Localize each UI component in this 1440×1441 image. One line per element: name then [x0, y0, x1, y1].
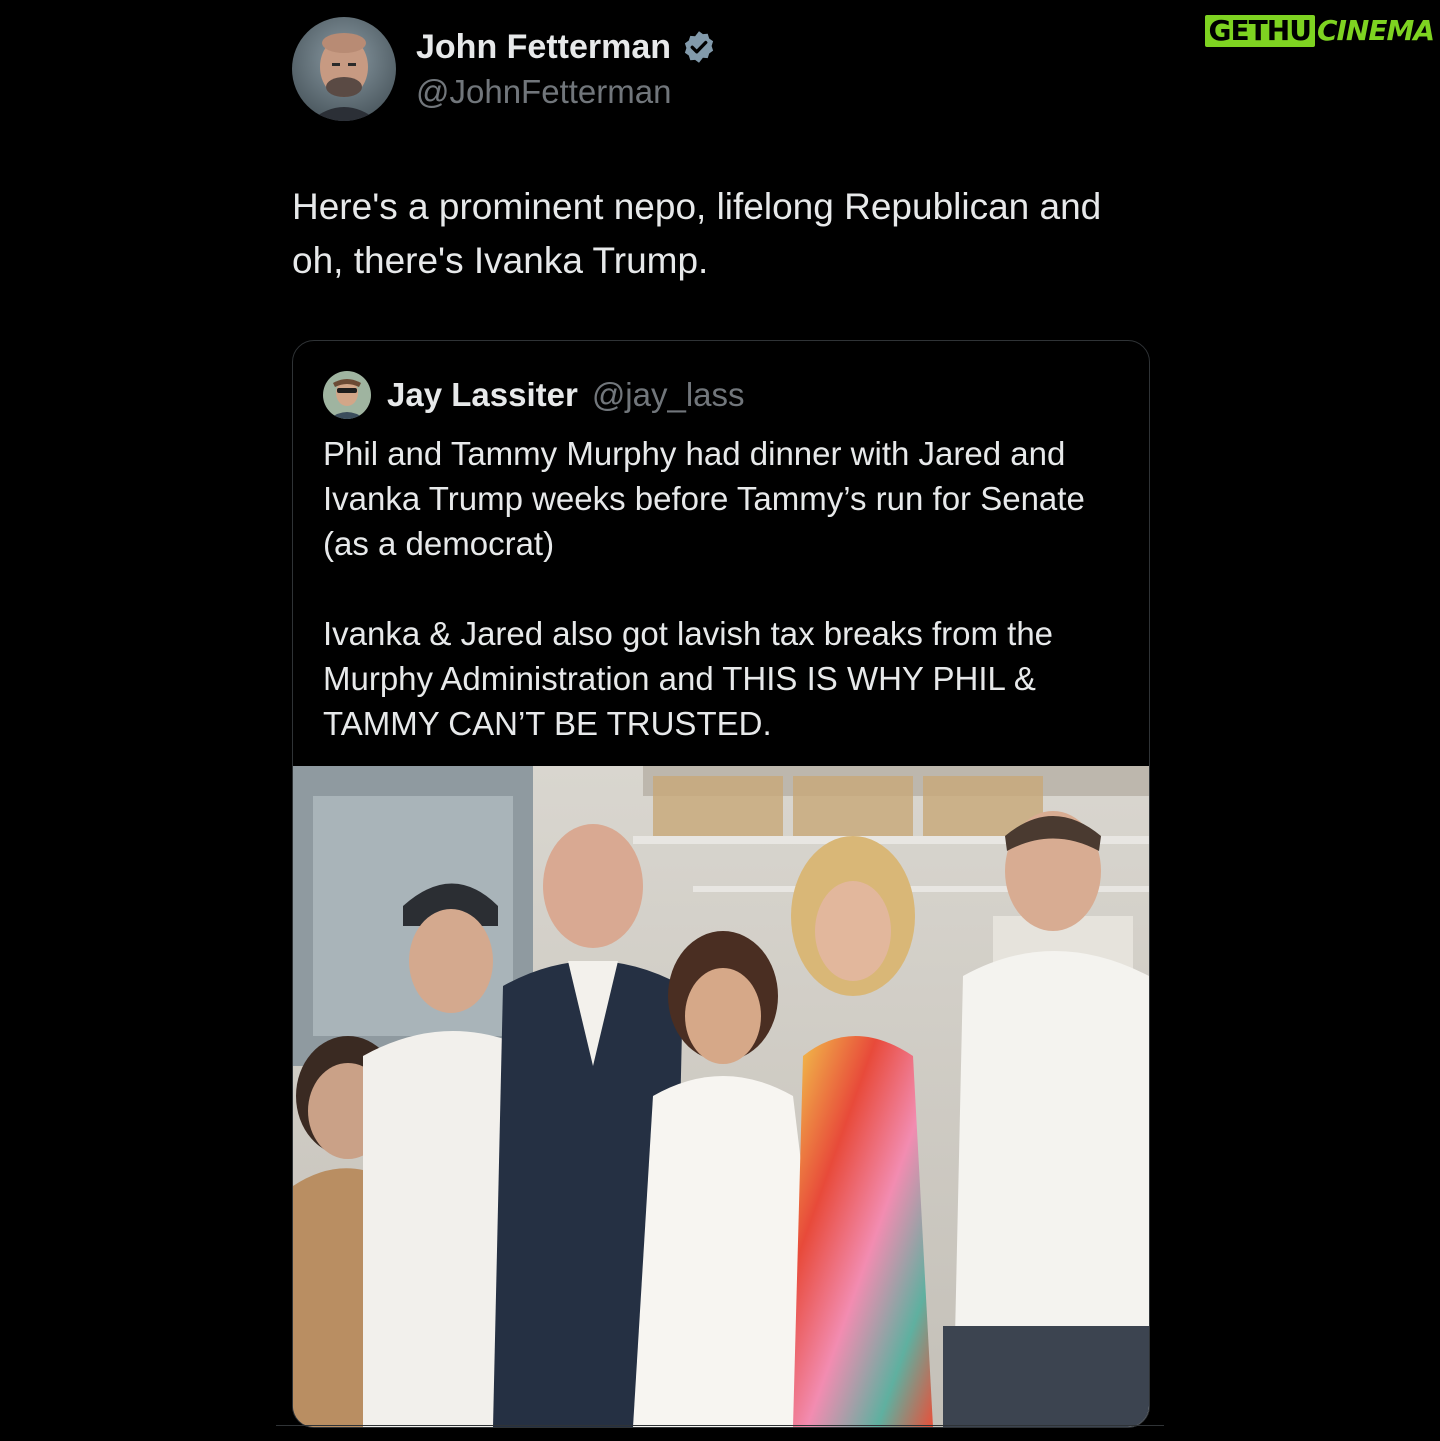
post-text: Here's a prominent nepo, lifelong Republ…	[292, 186, 1102, 281]
watermark-logo: GETHU CINEMA	[1204, 14, 1435, 47]
watermark-right: CINEMA	[1316, 14, 1435, 47]
group-photo-image[interactable]	[293, 766, 1149, 1427]
author-text: John Fetterman @JohnFetterman	[416, 28, 717, 111]
post: John Fetterman @JohnFetterman Here's a p…	[292, 16, 1148, 288]
quoted-post-text: Phil and Tammy Murphy had dinner with Ja…	[323, 431, 1133, 791]
verified-badge-icon	[684, 31, 714, 63]
quoted-author-name[interactable]: Jay Lassiter	[387, 376, 578, 414]
quoted-post-card[interactable]: Jay Lassiter @jay_lass Phil and Tammy Mu…	[292, 340, 1150, 1428]
divider-line	[276, 1425, 1164, 1426]
quoted-author-handle[interactable]: @jay_lass	[592, 376, 745, 414]
author-handle[interactable]: @JohnFetterman	[416, 73, 717, 111]
author-display-name[interactable]: John Fetterman	[416, 28, 671, 67]
quoted-author: Jay Lassiter @jay_lass	[323, 371, 745, 419]
quoted-paragraph: Phil and Tammy Murphy had dinner with Ja…	[323, 435, 1085, 562]
quoted-avatar-photo-icon	[323, 371, 371, 419]
avatar-photo-icon	[292, 17, 396, 121]
watermark-left: GETHU	[1204, 14, 1315, 47]
post-author: John Fetterman @JohnFetterman	[292, 16, 1148, 122]
author-avatar[interactable]	[292, 17, 396, 121]
author-name-line: John Fetterman	[416, 28, 717, 67]
quoted-paragraph: Ivanka & Jared also got lavish tax break…	[323, 615, 1054, 742]
quoted-author-avatar[interactable]	[323, 371, 371, 419]
